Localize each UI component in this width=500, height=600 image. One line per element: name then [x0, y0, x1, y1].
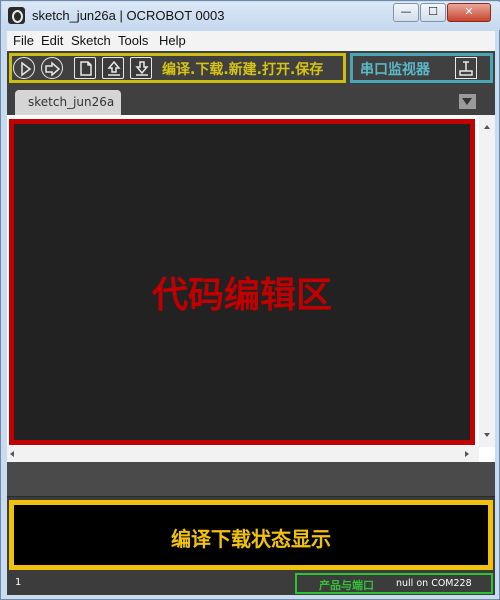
verify-icon — [21, 61, 32, 77]
scroll-down-icon[interactable] — [484, 433, 490, 437]
close-icon: ✕ — [464, 5, 474, 18]
product-port-annotation: 产品与端口 — [319, 579, 374, 592]
editor-annotation: 代码编辑区 — [151, 275, 332, 316]
console-annotation: 编译下载状态显示 — [171, 527, 331, 551]
scroll-left-icon[interactable] — [10, 451, 14, 457]
save-button[interactable] — [130, 57, 152, 79]
tab-menu-dropdown-icon[interactable] — [459, 94, 476, 109]
minimize-button[interactable]: — — [393, 3, 419, 22]
menu-help[interactable]: Help — [159, 33, 186, 48]
tab-strip: sketch_jun26a — [7, 85, 495, 115]
tab-sketch[interactable]: sketch_jun26a — [15, 90, 121, 115]
scroll-up-icon[interactable] — [484, 125, 490, 129]
editor-area: 代码编辑区 — [7, 115, 495, 462]
ide-body: 编译.下载.新建.打开.保存 串口监视器 sketch_jun26a 代码编辑区 — [7, 51, 495, 595]
toolbar-annotation: 编译.下载.新建.打开.保存 — [162, 62, 324, 78]
open-button[interactable] — [102, 57, 124, 79]
maximize-button[interactable]: ☐ — [420, 3, 446, 22]
close-button[interactable]: ✕ — [447, 3, 491, 22]
console-output: 编译下载状态显示 — [9, 500, 493, 570]
status-bar: 1 产品与端口 null on COM228 — [7, 572, 495, 595]
app-logo-icon — [8, 7, 25, 24]
board-port-status: null on COM228 — [396, 578, 472, 589]
app-window: sketch_jun26a | OCROBOT 0003 — ☐ ✕ File … — [0, 0, 500, 600]
new-file-icon — [80, 61, 92, 76]
horizontal-scrollbar[interactable] — [7, 446, 479, 462]
upload-arrow-icon — [45, 61, 61, 77]
serial-monitor-annotation: 串口监视器 — [360, 62, 430, 78]
scroll-right-icon[interactable] — [465, 451, 469, 457]
menu-bar: File Edit Sketch Tools Help — [7, 31, 495, 51]
toolbar: 编译.下载.新建.打开.保存 串口监视器 — [7, 51, 495, 85]
title-bar[interactable]: sketch_jun26a | OCROBOT 0003 — ☐ ✕ — [2, 2, 500, 30]
tab-label: sketch_jun26a — [28, 95, 115, 109]
new-button[interactable] — [74, 57, 96, 79]
save-down-arrow-icon — [135, 61, 149, 76]
menu-sketch[interactable]: Sketch — [71, 33, 111, 48]
serial-monitor-icon — [459, 61, 473, 76]
upload-button[interactable] — [41, 57, 63, 79]
maximize-icon: ☐ — [428, 5, 438, 18]
menu-edit[interactable]: Edit — [41, 33, 63, 48]
minimize-icon: — — [400, 5, 412, 18]
vertical-scrollbar[interactable] — [479, 115, 495, 447]
code-editor[interactable]: 代码编辑区 — [9, 119, 475, 445]
menu-tools[interactable]: Tools — [118, 33, 148, 48]
verify-button[interactable] — [13, 57, 35, 79]
menu-file[interactable]: File — [13, 33, 34, 48]
product-port-box: 产品与端口 null on COM228 — [295, 573, 493, 594]
window-title: sketch_jun26a | OCROBOT 0003 — [32, 8, 225, 23]
open-up-arrow-icon — [107, 60, 121, 76]
serial-monitor-button[interactable] — [455, 57, 477, 79]
line-number: 1 — [15, 577, 22, 588]
console-header — [7, 462, 495, 497]
